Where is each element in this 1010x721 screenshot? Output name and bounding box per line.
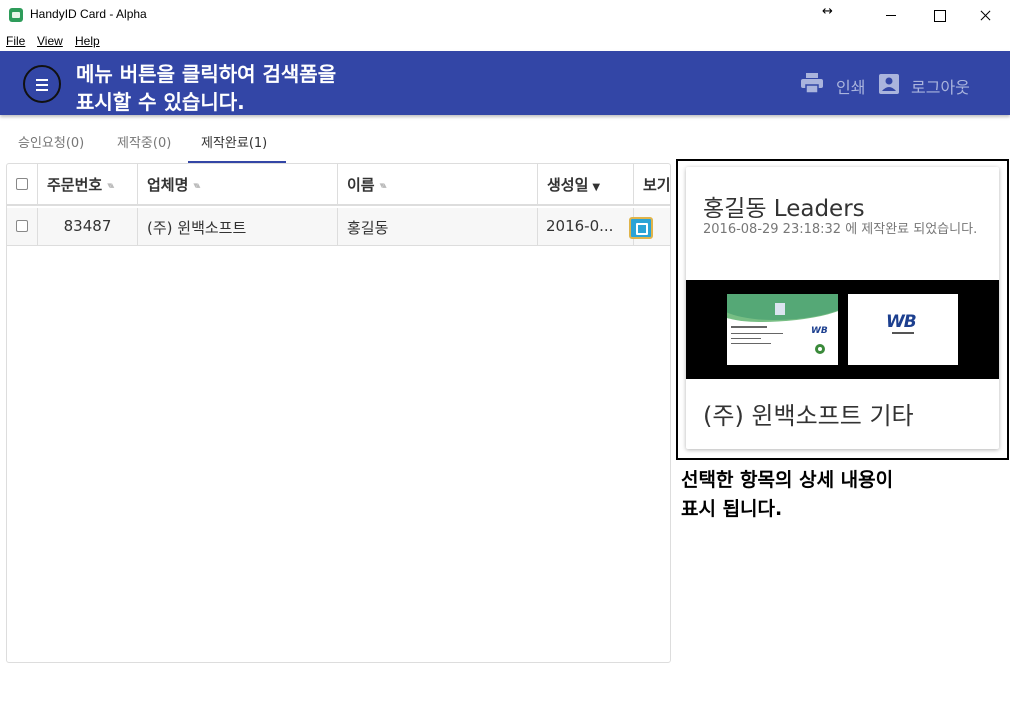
column-label: 이름: [347, 176, 375, 194]
detail-card: 홍길동 Leaders 2016-08-29 23:18:32 에 제작완료 되…: [686, 167, 999, 449]
menu-bar: File View Help: [0, 31, 1010, 51]
gear-icon: [815, 344, 825, 354]
hamburger-icon[interactable]: [23, 65, 61, 103]
business-card-back-image[interactable]: WB: [848, 294, 958, 365]
business-card-front-image[interactable]: WB: [727, 294, 838, 365]
sort-icon: ▾▴: [193, 180, 200, 191]
cell-order-no: 83487: [38, 208, 138, 246]
column-label: 생성일: [547, 176, 589, 194]
status-tabs: 승인요청(0) 제작중(0) 제작완료(1): [0, 115, 670, 163]
table-row[interactable]: 83487 (주) 윈백소프트 홍길동 2016-0...: [7, 208, 670, 246]
card-company: (주) 윈백소프트 기타: [703, 402, 914, 430]
column-header-order-no[interactable]: 주문번호 ▾▴: [38, 164, 138, 206]
orders-table: 주문번호 ▾▴ 업체명 ▾▴ 이름 ▾▴ 생성일 ▼ 보기 83487 (주) 윈백소프…: [6, 163, 671, 663]
column-header-view: 보기: [634, 164, 671, 206]
menu-view[interactable]: View: [37, 34, 63, 48]
card-front-text-line: [731, 333, 783, 334]
card-back-logo-subtext: [892, 332, 914, 334]
column-header-name[interactable]: 이름 ▾▴: [338, 164, 538, 206]
menu-hint-annotation: 메뉴 버튼을 클릭하여 검색폼을 표시할 수 있습니다.: [76, 60, 336, 116]
menu-file[interactable]: File: [6, 34, 25, 48]
window-title-bar: HandyID Card - Alpha ↔: [0, 0, 1010, 31]
account-box-icon[interactable]: [879, 74, 899, 94]
detail-hint-line2: 표시 됩니다.: [681, 498, 783, 520]
menu-hint-line2: 표시할 수 있습니다.: [76, 90, 245, 114]
cell-name: 홍길동: [338, 208, 538, 246]
minimize-icon[interactable]: [868, 0, 914, 31]
printer-icon[interactable]: [801, 73, 823, 93]
tab-approval-request[interactable]: 승인요청(0): [18, 132, 84, 151]
column-header-company[interactable]: 업체명 ▾▴: [138, 164, 338, 206]
column-label: 업체명: [147, 176, 189, 194]
table-header: 주문번호 ▾▴ 업체명 ▾▴ 이름 ▾▴ 생성일 ▼ 보기: [7, 164, 671, 206]
app-icon: [9, 8, 23, 22]
select-all-checkbox[interactable]: [16, 178, 28, 190]
card-front-text-line: [731, 338, 761, 339]
select-all-cell: [7, 164, 38, 206]
menu-hint-line1: 메뉴 버튼을 클릭하여 검색폼을: [76, 62, 337, 86]
card-front-text-line: [731, 326, 767, 328]
card-front-logo: WB: [811, 326, 828, 336]
window-title: HandyID Card - Alpha: [30, 7, 147, 21]
close-icon[interactable]: [962, 0, 1008, 31]
menu-file-label: File: [6, 34, 26, 48]
row-checkbox[interactable]: [16, 220, 28, 232]
cell-company: (주) 윈백소프트: [138, 208, 338, 246]
column-label: 보기: [643, 176, 671, 194]
tab-in-production[interactable]: 제작중(0): [117, 132, 171, 151]
logout-button[interactable]: 로그아웃: [911, 74, 970, 98]
menu-view-label: View: [37, 34, 63, 48]
resize-cursor-icon: ↔: [822, 4, 833, 19]
menu-help-label: Help: [75, 34, 100, 48]
sort-icon: ▾▴: [379, 180, 387, 191]
card-title: 홍길동 Leaders: [703, 196, 865, 222]
sort-icon: ▾▴: [107, 180, 114, 191]
card-back-logo: WB: [886, 312, 917, 332]
card-front-photo: [775, 303, 785, 315]
column-header-created[interactable]: 생성일 ▼: [538, 164, 634, 206]
maximize-icon[interactable]: [916, 0, 962, 31]
edit-icon[interactable]: [629, 217, 653, 239]
card-front-text-line: [731, 343, 771, 344]
card-preview-strip: WB WB: [686, 280, 999, 379]
column-label: 주문번호: [47, 176, 103, 194]
menu-help[interactable]: Help: [75, 34, 100, 48]
cell-created: 2016-0...: [538, 208, 634, 246]
row-select-cell: [7, 208, 38, 246]
detail-hint-line1: 선택한 항목의 상세 내용이: [681, 469, 894, 491]
print-button[interactable]: 인쇄: [836, 74, 865, 98]
tab-completed[interactable]: 제작완료(1): [201, 132, 267, 151]
sort-desc-icon: ▼: [592, 182, 601, 193]
detail-hint-annotation: 선택한 항목의 상세 내용이 표시 됩니다.: [681, 466, 893, 524]
card-subtitle: 2016-08-29 23:18:32 에 제작완료 되었습니다.: [703, 222, 978, 237]
